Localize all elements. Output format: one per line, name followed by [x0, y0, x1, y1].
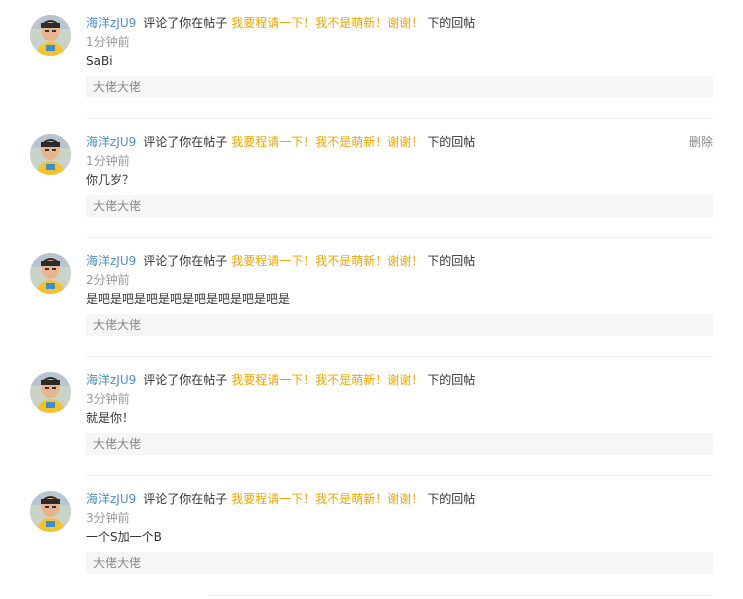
avatar[interactable]: [30, 15, 71, 56]
notification-header: 海洋zJU9 评论了你在帖子 我要程请一下！我不是萌新！谢谢！ 下的回帖: [86, 252, 475, 270]
notification-header: 海洋zJU9 评论了你在帖子 我要程请一下！我不是萌新！谢谢！ 下的回帖: [86, 14, 475, 32]
quoted-reply: 大佬大佬: [86, 433, 713, 455]
avatar-photo-icon: [30, 253, 71, 294]
avatar[interactable]: [30, 372, 71, 413]
comment-text: 一个S加一个B: [86, 530, 162, 544]
avatar-photo-icon: [30, 15, 71, 56]
avatar[interactable]: [30, 491, 71, 532]
post-title-link[interactable]: 我要程请一下！我不是萌新！谢谢！: [231, 373, 423, 387]
post-title-link[interactable]: 我要程请一下！我不是萌新！谢谢！: [231, 135, 423, 149]
quoted-reply: 大佬大佬: [86, 195, 713, 217]
divider: [208, 595, 713, 596]
quoted-reply: 大佬大佬: [86, 76, 713, 98]
avatar-photo-icon: [30, 372, 71, 413]
action-text: 评论了你在帖子: [143, 135, 228, 149]
suffix-text: 下的回帖: [427, 254, 476, 268]
comment-text: SaBi: [86, 54, 113, 68]
quoted-reply: 大佬大佬: [86, 552, 713, 574]
action-text: 评论了你在帖子: [143, 492, 228, 506]
quoted-reply: 大佬大佬: [86, 314, 713, 336]
suffix-text: 下的回帖: [427, 373, 476, 387]
notification-header: 海洋zJU9 评论了你在帖子 我要程请一下！我不是萌新！谢谢！ 下的回帖: [86, 371, 475, 389]
delete-button[interactable]: 删除: [689, 133, 713, 151]
notification-item: 海洋zJU9 评论了你在帖子 我要程请一下！我不是萌新！谢谢！ 下的回帖 3分钟前 一…: [0, 476, 743, 595]
notification-item: 海洋zJU9 评论了你在帖子 我要程请一下！我不是萌新！谢谢！ 下的回帖 2分钟前 是…: [0, 238, 743, 357]
avatar-photo-icon: [30, 491, 71, 532]
suffix-text: 下的回帖: [427, 135, 476, 149]
post-title-link[interactable]: 我要程请一下！我不是萌新！谢谢！: [231, 254, 423, 268]
suffix-text: 下的回帖: [427, 492, 476, 506]
comment-text: 是吧是吧是吧是吧是吧是吧是吧是吧是: [86, 292, 291, 306]
post-title-link[interactable]: 我要程请一下！我不是萌新！谢谢！: [231, 492, 423, 506]
avatar[interactable]: [30, 253, 71, 294]
comment-text: 你几岁？: [86, 173, 135, 187]
action-text: 评论了你在帖子: [143, 16, 228, 30]
timestamp: 3分钟前: [86, 511, 130, 525]
notification-item: 海洋zJU9 评论了你在帖子 我要程请一下！我不是萌新！谢谢！ 下的回帖 3分钟前 就…: [0, 357, 743, 476]
notification-item: 海洋zJU9 评论了你在帖子 我要程请一下！我不是萌新！谢谢！ 下的回帖 1分钟前 S…: [0, 0, 743, 119]
post-title-link[interactable]: 我要程请一下！我不是萌新！谢谢！: [231, 16, 423, 30]
notification-list: 海洋zJU9 评论了你在帖子 我要程请一下！我不是萌新！谢谢！ 下的回帖 1分钟前 S…: [0, 0, 743, 599]
username-link[interactable]: 海洋zJU9: [86, 254, 136, 268]
avatar-photo-icon: [30, 134, 71, 175]
notification-header: 海洋zJU9 评论了你在帖子 我要程请一下！我不是萌新！谢谢！ 下的回帖: [86, 133, 475, 151]
comment-text: 就是你！: [86, 411, 135, 425]
timestamp: 3分钟前: [86, 392, 130, 406]
action-text: 评论了你在帖子: [143, 373, 228, 387]
timestamp: 2分钟前: [86, 273, 130, 287]
notification-header: 海洋zJU9 评论了你在帖子 我要程请一下！我不是萌新！谢谢！ 下的回帖: [86, 490, 475, 508]
username-link[interactable]: 海洋zJU9: [86, 135, 136, 149]
username-link[interactable]: 海洋zJU9: [86, 16, 136, 30]
action-text: 评论了你在帖子: [143, 254, 228, 268]
timestamp: 1分钟前: [86, 154, 130, 168]
notification-item: 海洋zJU9 评论了你在帖子 我要程请一下！我不是萌新！谢谢！ 下的回帖 删除 1分钟…: [0, 119, 743, 238]
avatar[interactable]: [30, 134, 71, 175]
username-link[interactable]: 海洋zJU9: [86, 373, 136, 387]
suffix-text: 下的回帖: [427, 16, 476, 30]
timestamp: 1分钟前: [86, 35, 130, 49]
username-link[interactable]: 海洋zJU9: [86, 492, 136, 506]
